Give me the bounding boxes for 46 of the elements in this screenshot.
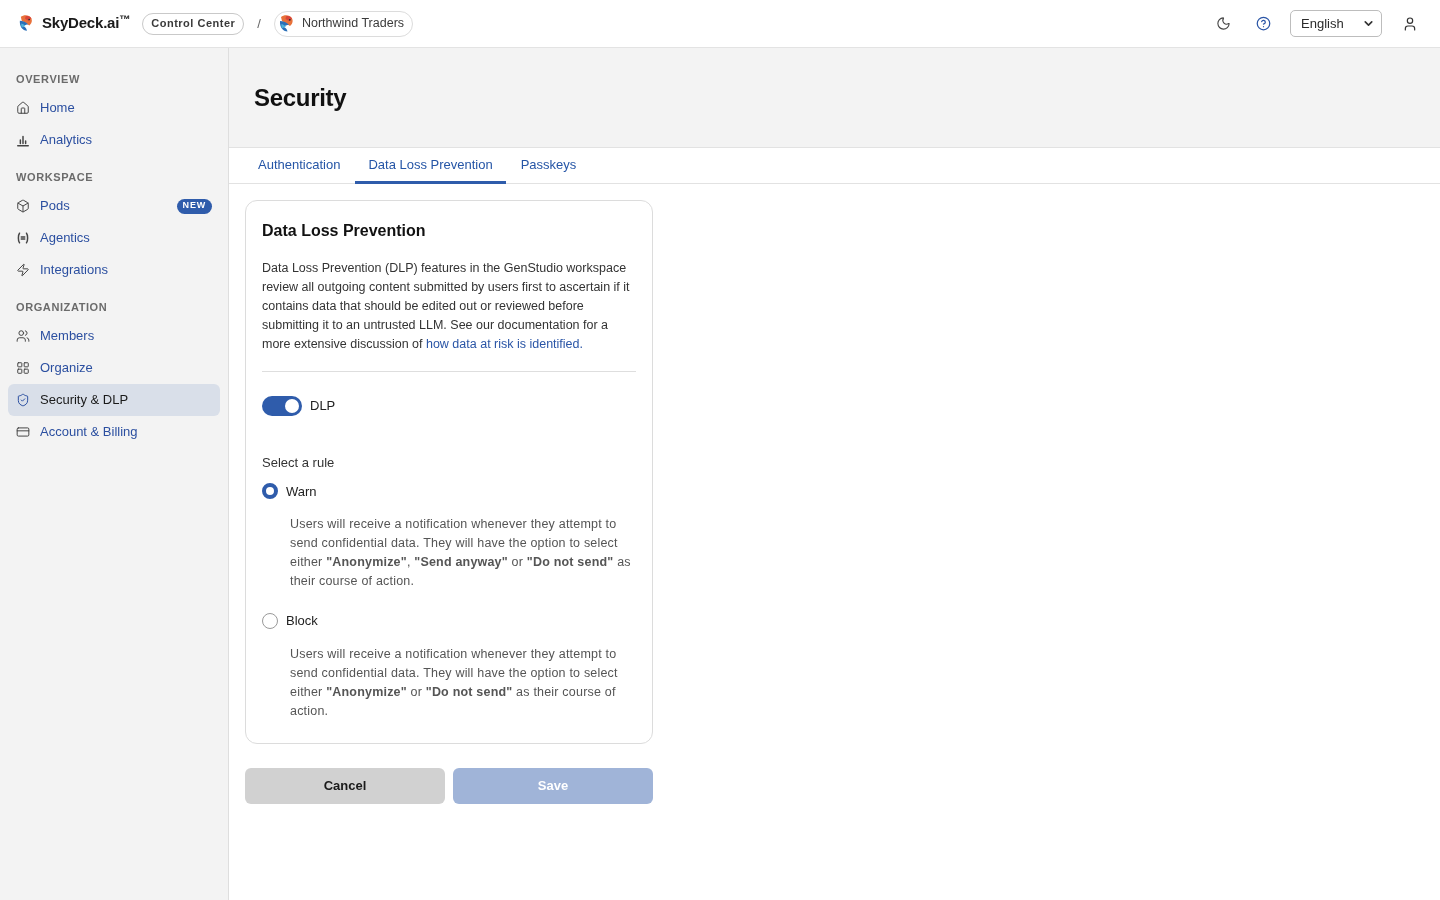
new-badge: NEW [176,198,212,214]
sidebar-item[interactable]: Security & DLP [8,384,220,416]
help-icon[interactable] [1256,16,1271,31]
section-heading: ORGANIZATION [15,299,109,315]
shield-check-icon [16,393,30,407]
sidebar-item[interactable]: Integrations [8,254,220,286]
rule-label: Select a rule [262,454,336,472]
sidebar-item[interactable]: Home [8,92,220,124]
radio-button[interactable] [262,483,278,500]
rule-option-label: Block [286,612,318,630]
bar-chart-icon [16,133,30,147]
sidebar-item[interactable]: Account & Billing [8,416,220,448]
radio-button[interactable] [262,612,278,629]
brand-name: SkyDeck.ai$^{™}$ [42,12,131,34]
section-heading: OVERVIEW [15,71,81,87]
grid-icon [16,361,30,375]
card-title: Data Loss Prevention [262,221,427,241]
toggle-label: DLP [310,397,336,416]
dark-mode-icon[interactable] [1216,16,1231,31]
documentation-link[interactable]: how data at risk is identified. [425,337,583,351]
card-icon [16,425,30,439]
cube-icon [16,199,30,213]
breadcrumb-separator: / [257,14,261,33]
user-icon[interactable] [1402,15,1418,32]
sidebar-item[interactable]: Agentics [8,222,220,254]
sidebar-item[interactable]: Members [8,320,220,352]
tab[interactable]: Authentication [245,148,354,184]
sidebar-item[interactable]: Pods NEW [8,190,220,222]
rule-description: Users will receive a notification whenever they attempt to send confidential data. They will have the option to select either "Anonymize" or "Do not send" as their course of action. [290,645,619,720]
rule-description: Users will receive a notification whenever they attempt to send confidential data. They will have the option to select either "Anonymize", "Send anyway" or "Do not send" as their course of action. [290,516,632,590]
section-heading: WORKSPACE [15,169,95,185]
page-title: Security [254,82,347,113]
sidebar-item[interactable]: Organize [8,352,220,384]
brackets-icon [16,231,30,245]
home-icon [16,101,30,115]
sidebar-item[interactable]: Analytics [8,124,220,156]
organization-name: Northwind Traders [301,15,405,33]
lightning-icon [16,263,30,277]
rule-option-label: Warn [286,482,317,501]
cancel-button[interactable]: Cancel [245,767,445,804]
dlp-toggle[interactable] [262,396,302,416]
tab[interactable]: Passkeys [507,148,590,184]
description-text: Data Loss Prevention (DLP) features in the GenStudio workspace review all outgoing content submitted by users first to ascertain if it contains data that should be edited out or reviewed before submitting it to an untrusted LLM. See our documentation for a more extensive discussion of how data at risk is identified. [262,260,631,353]
tab[interactable]: Data Loss Prevention [355,148,506,184]
people-icon [16,329,30,343]
language-select[interactable]: English [1290,10,1382,37]
